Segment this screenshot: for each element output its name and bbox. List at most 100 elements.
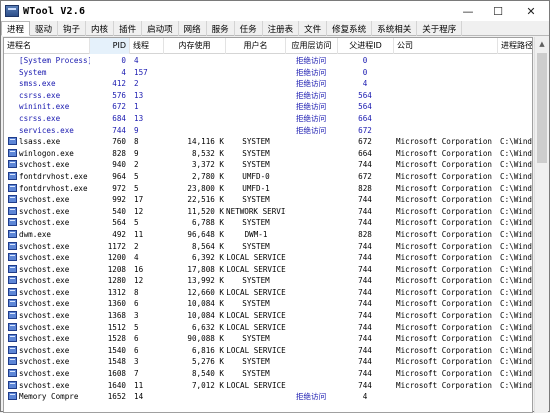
- cell-mem: 6,816 K: [191, 345, 224, 355]
- cell-name: [System Process]: [19, 56, 90, 65]
- cell-ppid: 744: [358, 345, 372, 355]
- cell-name: svchost.exe: [8, 206, 90, 218]
- cell-app: 拒绝访问: [295, 125, 327, 135]
- cell-ppid: 744: [358, 241, 372, 251]
- column-header-6[interactable]: 父进程ID: [338, 38, 394, 54]
- cell-mem: 8,532 K: [191, 148, 224, 158]
- column-header-0[interactable]: 进程名: [4, 38, 90, 54]
- cell-path: C:\Window: [500, 183, 533, 193]
- cell-name: dwm.exe: [8, 229, 90, 241]
- column-header-2[interactable]: 线程: [130, 38, 164, 54]
- close-button[interactable]: ✕: [513, 1, 549, 21]
- table-row[interactable]: svchost.exe 1548 3 5,276 K SYSTEM 744 Microsof…: [4, 356, 532, 368]
- cell-app: [286, 287, 336, 299]
- table-row[interactable]: Memory Compre 1652 14 拒绝访问 4: [4, 391, 532, 403]
- cell-comp: Microsoft Corporation: [396, 195, 493, 205]
- column-header-1[interactable]: PID: [90, 38, 130, 54]
- tab-1[interactable]: 驱动: [30, 21, 59, 36]
- table-row[interactable]: svchost.exe 1360 6 10,084 K SYSTEM 744 Microso…: [4, 298, 532, 310]
- process-icon: [8, 357, 17, 366]
- table-row[interactable]: svchost.exe 1640 11 7,012 K LOCAL SERVICE 744…: [4, 380, 532, 392]
- table-row[interactable]: svchost.exe 992 17 22,516 K SYSTEM 744 Microso…: [4, 194, 532, 206]
- table-row[interactable]: csrss.exe 576 13 拒绝访问 564: [4, 90, 532, 102]
- table-row[interactable]: svchost.exe 1312 8 12,660 K LOCAL SERVICE 744…: [4, 287, 532, 299]
- table-row[interactable]: svchost.exe 940 2 3,372 K SYSTEM 744 Microsoft…: [4, 159, 532, 171]
- table-row[interactable]: csrss.exe 684 13 拒绝访问 664: [4, 113, 532, 125]
- process-list[interactable]: 进程名 PID 线程 内存使用 用户名 应用层访问 父进程ID 公司 进程路径 [System …: [3, 37, 533, 413]
- scroll-thumb[interactable]: [537, 53, 547, 163]
- cell-ppid: 564: [358, 102, 372, 112]
- cell-pid: 744: [112, 125, 126, 135]
- column-header-7[interactable]: 公司: [394, 38, 498, 54]
- table-row[interactable]: wininit.exe 672 1 拒绝访问 564: [4, 101, 532, 113]
- table-row[interactable]: System 4 157 拒绝访问 0: [4, 67, 532, 79]
- cell-pid: 940: [112, 160, 126, 170]
- table-row[interactable]: services.exe 744 9 拒绝访问 672: [4, 125, 532, 137]
- tab-10[interactable]: 文件: [299, 21, 328, 36]
- process-name: svchost.exe: [19, 287, 70, 297]
- cell-pid: 1200: [107, 253, 126, 263]
- scroll-up-arrow-icon[interactable]: ▲: [535, 37, 549, 51]
- cell-ppid: 744: [358, 287, 372, 297]
- tab-9[interactable]: 注册表: [263, 21, 300, 36]
- tab-8[interactable]: 任务: [235, 21, 263, 36]
- tab-12[interactable]: 系统相关: [372, 21, 418, 36]
- cell-name: svchost.exe: [8, 241, 90, 253]
- cell-pid: 564: [112, 218, 126, 228]
- cell-thr: 7: [134, 369, 139, 379]
- column-header-8[interactable]: 进程路径: [498, 38, 532, 54]
- maximize-button[interactable]: ☐: [483, 1, 513, 21]
- table-row[interactable]: svchost.exe 1608 7 8,540 K SYSTEM 744 Microsof…: [4, 368, 532, 380]
- column-header-4[interactable]: 用户名: [226, 38, 286, 54]
- table-row[interactable]: svchost.exe 1208 16 17,808 K LOCAL SERVICE 74…: [4, 264, 532, 276]
- table-row[interactable]: smss.exe 412 2 拒绝访问 4: [4, 78, 532, 90]
- tab-13[interactable]: 关于程序: [417, 21, 463, 36]
- table-row[interactable]: svchost.exe 1200 4 6,392 K LOCAL SERVICE 744 M…: [4, 252, 532, 264]
- table-row[interactable]: winlogon.exe 828 9 8,532 K SYSTEM 664 Microsof…: [4, 148, 532, 160]
- cell-app: [286, 206, 336, 218]
- cell-app: [286, 310, 336, 322]
- table-row[interactable]: lsass.exe 760 8 14,116 K SYSTEM 672 Microsoft …: [4, 136, 532, 148]
- table-row[interactable]: fontdrvhost.exe 972 5 23,800 K UMFD-1 828 Micr…: [4, 183, 532, 195]
- title-bar[interactable]: WTool V2.6 — ☐ ✕: [1, 1, 549, 21]
- tab-2[interactable]: 钩子: [58, 21, 87, 36]
- table-row[interactable]: svchost.exe 1528 6 90,088 K SYSTEM 744 Microso…: [4, 333, 532, 345]
- table-row[interactable]: svchost.exe 1368 3 10,084 K LOCAL SERVICE 744…: [4, 310, 532, 322]
- table-row[interactable]: svchost.exe 540 12 11,520 KNETWORK SERVICE 7…: [4, 206, 532, 218]
- tab-0[interactable]: 进程: [1, 21, 31, 36]
- cell-pid: 828: [112, 148, 126, 158]
- table-row[interactable]: fontdrvhost.exe 964 5 2,780 K UMFD-0 672 Micro…: [4, 171, 532, 183]
- cell-ppid: 744: [358, 299, 372, 309]
- cell-comp: [396, 90, 496, 102]
- tab-11[interactable]: 修复系统: [327, 21, 373, 36]
- column-header-3[interactable]: 内存使用: [164, 38, 226, 54]
- cell-name: svchost.exe: [8, 264, 90, 276]
- cell-path: C:\Window: [500, 195, 533, 205]
- cell-path: C:\Window: [500, 334, 533, 344]
- process-name: svchost.exe: [19, 160, 70, 170]
- process-icon: [8, 160, 17, 169]
- table-row[interactable]: dwm.exe 492 11 96,648 K DWM-1 828 Microsoft Co…: [4, 229, 532, 241]
- tab-6[interactable]: 网络: [179, 21, 207, 36]
- cell-user: [226, 391, 286, 403]
- process-rows: [System Process] 0 4 拒绝访问 0 System 4 157 拒绝访问 0 sm…: [4, 55, 532, 403]
- cell-ppid: 744: [358, 322, 372, 332]
- table-row[interactable]: svchost.exe 1512 5 6,632 K LOCAL SERVICE 744 M…: [4, 322, 532, 334]
- vertical-scrollbar[interactable]: ▲: [534, 37, 548, 413]
- table-row[interactable]: svchost.exe 564 5 6,788 K SYSTEM 744 Microsoft…: [4, 217, 532, 229]
- minimize-button[interactable]: —: [453, 1, 483, 21]
- process-name: svchost.exe: [19, 334, 70, 344]
- column-header-5[interactable]: 应用层访问: [286, 38, 338, 54]
- cell-pid: 1548: [107, 357, 126, 367]
- cell-user: NETWORK SERVICE: [226, 206, 286, 216]
- tab-7[interactable]: 服务: [207, 21, 235, 36]
- tab-5[interactable]: 启动项: [142, 21, 179, 36]
- table-row[interactable]: [System Process] 0 4 拒绝访问 0: [4, 55, 532, 67]
- cell-path: [500, 55, 532, 67]
- table-row[interactable]: svchost.exe 1280 12 13,992 K SYSTEM 744 Micros…: [4, 275, 532, 287]
- tab-4[interactable]: 插件: [114, 21, 143, 36]
- cell-user: SYSTEM: [242, 218, 270, 228]
- table-row[interactable]: svchost.exe 1540 6 6,816 K LOCAL SERVICE 744 M…: [4, 345, 532, 357]
- table-row[interactable]: svchost.exe 1172 2 8,564 K SYSTEM 744 Microsof…: [4, 241, 532, 253]
- tab-3[interactable]: 内核: [86, 21, 115, 36]
